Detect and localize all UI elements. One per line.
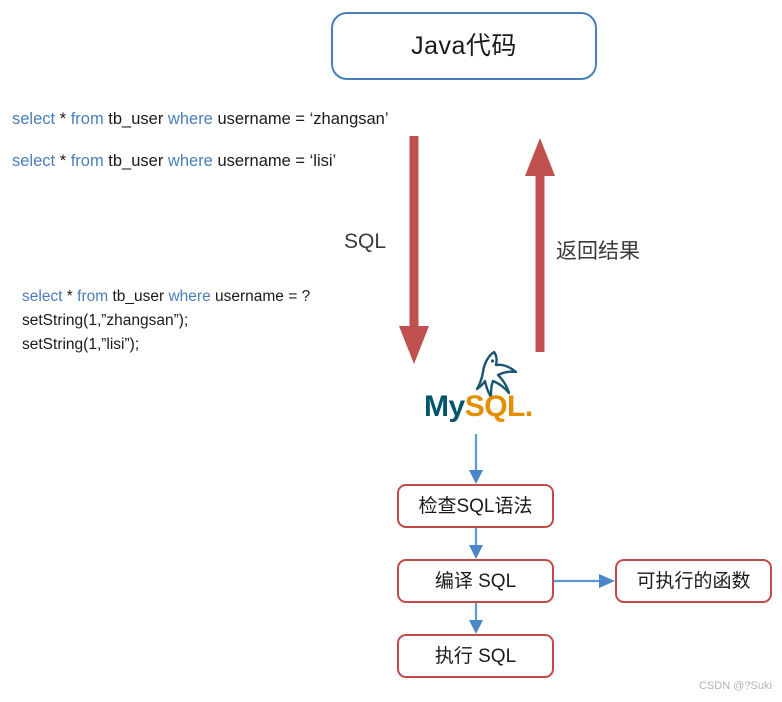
prepared-statement-block: select * from tb_user where username = ?… (22, 285, 310, 357)
sql-down-arrow (399, 136, 429, 364)
sql-text-table: tb_user (103, 110, 168, 128)
process-box-execute-sql: 执行 SQL (397, 634, 554, 678)
csdn-watermark: CSDN @?Suki (699, 680, 772, 692)
up-arrow-label: 返回结果 (556, 240, 640, 263)
process-box-label: 执行 SQL (434, 645, 517, 667)
mysql-dot: . (524, 390, 533, 423)
sql-text-condition: username = ‘lisi’ (212, 152, 337, 170)
sql-keyword-from: from (70, 152, 104, 170)
sql-text-condition: username = ‘zhangsan’ (212, 110, 389, 128)
sql-text-placeholder: username = ? (210, 288, 311, 305)
java-code-box: Java代码 (331, 12, 597, 80)
connector-compile-to-execute (469, 602, 483, 634)
mysql-logo: MySQL. (424, 350, 536, 430)
process-box-label: 编译 SQL (434, 570, 517, 592)
connector-mysql-to-check (469, 434, 483, 484)
java-code-box-label: Java代码 (411, 31, 517, 60)
mysql-sql-text: SQL (464, 390, 526, 423)
mysql-my-text: My (424, 390, 465, 423)
process-box-executable-function: 可执行的函数 (615, 559, 772, 603)
process-box-compile-sql: 编译 SQL (397, 559, 554, 603)
sql-text-table: tb_user (103, 152, 168, 170)
sql-keyword-where: where (168, 288, 211, 305)
down-arrow-label: SQL (344, 230, 387, 253)
sql-keyword-select: select (12, 152, 56, 170)
mysql-wordmark: MySQL. (424, 392, 533, 422)
sql-keyword-select: select (12, 110, 56, 128)
sql-text-star: * (55, 152, 71, 170)
set-string-call-1: setString(1,”zhangsan”); (22, 312, 189, 330)
connector-compile-to-function (553, 574, 615, 588)
sql-statement-line-2: select * from tb_user where username = ‘… (12, 152, 336, 171)
prepared-sql-line: select * from tb_user where username = ? (22, 285, 310, 309)
connector-check-to-compile (469, 527, 483, 559)
sql-text-star: * (55, 110, 71, 128)
sql-keyword-select: select (22, 288, 63, 305)
sql-keyword-where: where (167, 152, 213, 170)
sql-text-table: tb_user (108, 288, 169, 305)
set-string-call-2: setString(1,”lisi”); (22, 336, 140, 354)
diagram-canvas: Java代码 select * from tb_user where usern… (0, 0, 782, 702)
process-box-check-sql-syntax: 检查SQL语法 (397, 484, 554, 528)
sql-statement-line-1: select * from tb_user where username = ‘… (12, 110, 389, 129)
sql-text-star: * (62, 288, 78, 305)
sql-keyword-where: where (167, 110, 213, 128)
process-box-label: 检查SQL语法 (418, 495, 533, 517)
sql-keyword-from: from (70, 110, 104, 128)
sql-keyword-from: from (77, 288, 109, 305)
process-box-label: 可执行的函数 (636, 570, 751, 592)
